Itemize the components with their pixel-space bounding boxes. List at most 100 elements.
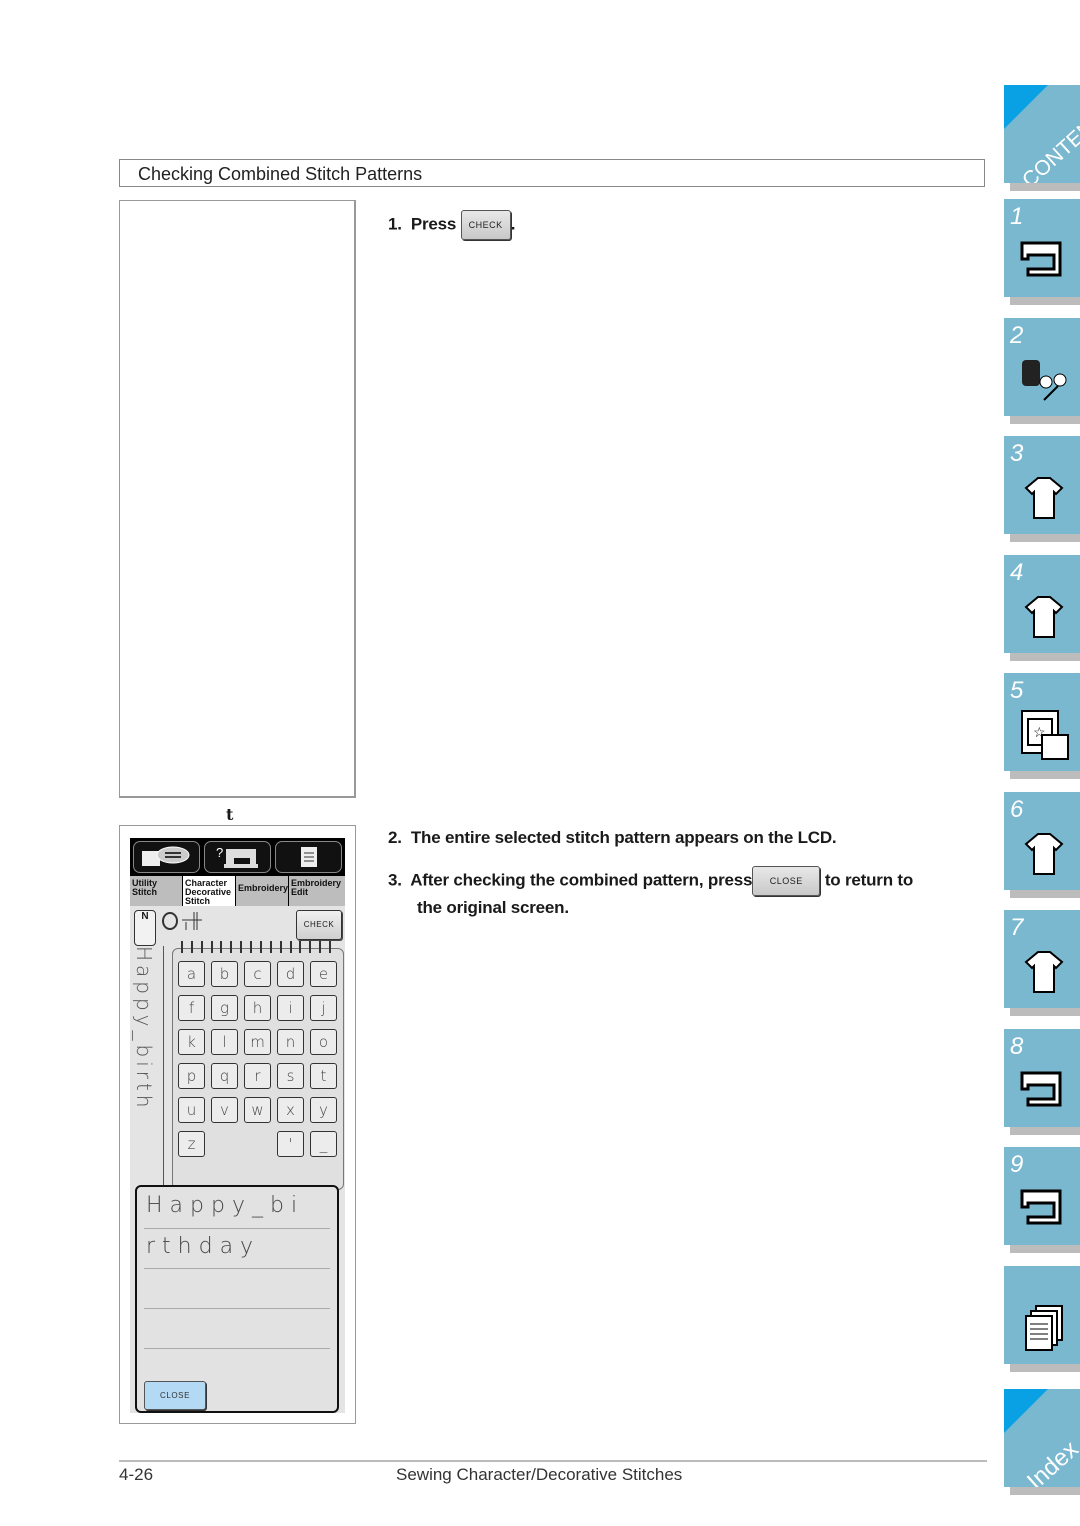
svg-text:☆: ☆: [1033, 724, 1046, 740]
key-x[interactable]: x: [277, 1097, 304, 1123]
machine-help-icon[interactable]: ?: [204, 841, 271, 873]
check-button[interactable]: CHECK: [296, 910, 342, 940]
close-button[interactable]: CLOSE: [144, 1381, 206, 1410]
tab-character-decorative-stitch[interactable]: Character Decorative Stitch: [183, 876, 235, 906]
lcd-icon-bar: ?: [130, 838, 345, 876]
thread-spool-scissors-icon: [1014, 348, 1074, 410]
popup-line-2: rthday: [146, 1234, 261, 1259]
key-b[interactable]: b: [211, 961, 238, 987]
step-text: After checking the combined pattern, pre…: [410, 870, 753, 890]
step-number: 1.: [388, 214, 402, 234]
presser-foot-indicator: N: [134, 910, 156, 946]
key-s[interactable]: s: [277, 1063, 304, 1089]
side-tab-chapter-2[interactable]: 2: [1004, 317, 1080, 424]
key-c[interactable]: c: [244, 961, 271, 987]
binding-rings: [181, 941, 331, 953]
vertical-pattern-preview: Happy_birth: [132, 946, 156, 1112]
help-book-icon[interactable]: [133, 841, 200, 873]
tab-corner: [1004, 1389, 1048, 1433]
step-text: Press: [410, 214, 457, 234]
side-tab-chapter-9[interactable]: 9: [1004, 1147, 1080, 1253]
machine-threading-icon: [1014, 229, 1074, 291]
settings-list-icon[interactable]: [275, 841, 342, 873]
side-tab-chapter-appendix[interactable]: [1004, 1265, 1080, 1372]
svg-text:?: ?: [216, 845, 223, 860]
chapter-title: Sewing Character/Decorative Stitches: [396, 1465, 683, 1484]
side-tab-chapter-4[interactable]: 4: [1004, 554, 1080, 661]
popup-rule: [144, 1348, 330, 1349]
popup-rule: [144, 1308, 330, 1309]
check-button-illustration: CHECK: [460, 210, 511, 240]
key-m[interactable]: m: [244, 1029, 271, 1055]
documents-icon: [1014, 1296, 1074, 1358]
side-tab-chapter-1[interactable]: 1: [1004, 199, 1080, 305]
key-v[interactable]: v: [211, 1097, 238, 1123]
popup-rule: [144, 1268, 330, 1269]
key-t[interactable]: t: [310, 1063, 337, 1089]
key-p[interactable]: p: [178, 1063, 205, 1089]
key-n[interactable]: n: [277, 1029, 304, 1055]
key-i[interactable]: i: [277, 995, 304, 1021]
key-r[interactable]: r: [244, 1063, 271, 1089]
key-f[interactable]: f: [178, 995, 205, 1021]
key-j[interactable]: j: [310, 995, 337, 1021]
step-3: 3. After checking the combined pattern, …: [388, 866, 998, 896]
tab-corner: [1004, 85, 1048, 129]
step-3-continued: the original screen.: [417, 898, 569, 917]
tab-utility-stitch[interactable]: Utility Stitch: [130, 876, 182, 906]
step-text: The entire selected stitch pattern appea…: [410, 828, 837, 847]
chapter-number: 8: [1010, 1032, 1024, 1060]
side-tab-chapter-3[interactable]: 3: [1004, 436, 1080, 542]
key-h[interactable]: h: [244, 995, 271, 1021]
page-number: 4-26: [119, 1465, 154, 1484]
shirt-utility-stitch-icon: [1014, 466, 1074, 528]
key-z[interactable]: z: [178, 1131, 205, 1157]
key-y[interactable]: y: [310, 1097, 337, 1123]
tab-embroidery[interactable]: Embroidery: [236, 876, 288, 906]
side-tab-chapter-5[interactable]: 5 ☆: [1004, 673, 1080, 779]
popup-line-1: Happy_bi: [146, 1193, 305, 1218]
key-o[interactable]: o: [310, 1029, 337, 1055]
key-g[interactable]: g: [211, 995, 238, 1021]
key-apostrophe[interactable]: ': [277, 1131, 304, 1157]
chapter-number: 3: [1010, 440, 1024, 467]
chapter-number: 5: [1010, 677, 1024, 704]
tab-embroidery-edit[interactable]: Embroidery Edit: [289, 876, 345, 906]
character-keyboard: a b c d e f g h i j k l m n o p q r s t u v w x y z ' _: [172, 941, 344, 1190]
chapter-number: 7: [1010, 914, 1024, 941]
key-q[interactable]: q: [211, 1063, 238, 1089]
chapter-number: 4: [1010, 558, 1024, 586]
side-tab-contents[interactable]: CONTENTS: [1004, 85, 1080, 192]
machine-maintenance-icon: [1014, 1059, 1074, 1121]
key-underscore[interactable]: _: [310, 1131, 337, 1157]
step-1: 1. Press CHECK.: [388, 210, 515, 240]
lcd-figure-blank: [119, 200, 356, 798]
machine-troubleshoot-icon: [1014, 1177, 1074, 1239]
chapter-number: 9: [1010, 1151, 1024, 1178]
lcd-screen: ? Utility Stitch Character Decorative Stitc…: [130, 838, 345, 1413]
figure-caption: t: [226, 805, 234, 824]
key-w[interactable]: w: [244, 1097, 271, 1123]
check-popup: Happy_bi rthday CLOSE: [135, 1185, 339, 1413]
key-a[interactable]: a: [178, 961, 205, 987]
side-tab-chapter-6[interactable]: 6: [1004, 791, 1080, 898]
lcd-figure: ? Utility Stitch Character Decorative Stitc…: [119, 825, 356, 1424]
side-tab-chapter-8[interactable]: 8: [1004, 1028, 1080, 1135]
step-number: 2.: [388, 828, 402, 847]
key-u[interactable]: u: [178, 1097, 205, 1123]
needle-position-icon: [182, 912, 202, 932]
key-d[interactable]: d: [277, 961, 304, 987]
step-2: 2. The entire selected stitch pattern ap…: [388, 828, 837, 848]
side-tab-index[interactable]: Index: [1004, 1389, 1080, 1495]
section-title: Checking Combined Stitch Patterns: [119, 159, 985, 187]
embroidery-frame-icon: ☆: [1014, 703, 1074, 765]
key-k[interactable]: k: [178, 1029, 205, 1055]
chapter-number: 6: [1010, 795, 1024, 823]
popup-rule: [144, 1228, 330, 1229]
close-button-illustration: CLOSE: [752, 866, 821, 896]
bobbin-icon: [162, 912, 178, 930]
key-e[interactable]: e: [310, 961, 337, 987]
key-l[interactable]: l: [211, 1029, 238, 1055]
side-tab-chapter-7[interactable]: 7: [1004, 910, 1080, 1016]
chapter-number: 2: [1010, 321, 1024, 349]
